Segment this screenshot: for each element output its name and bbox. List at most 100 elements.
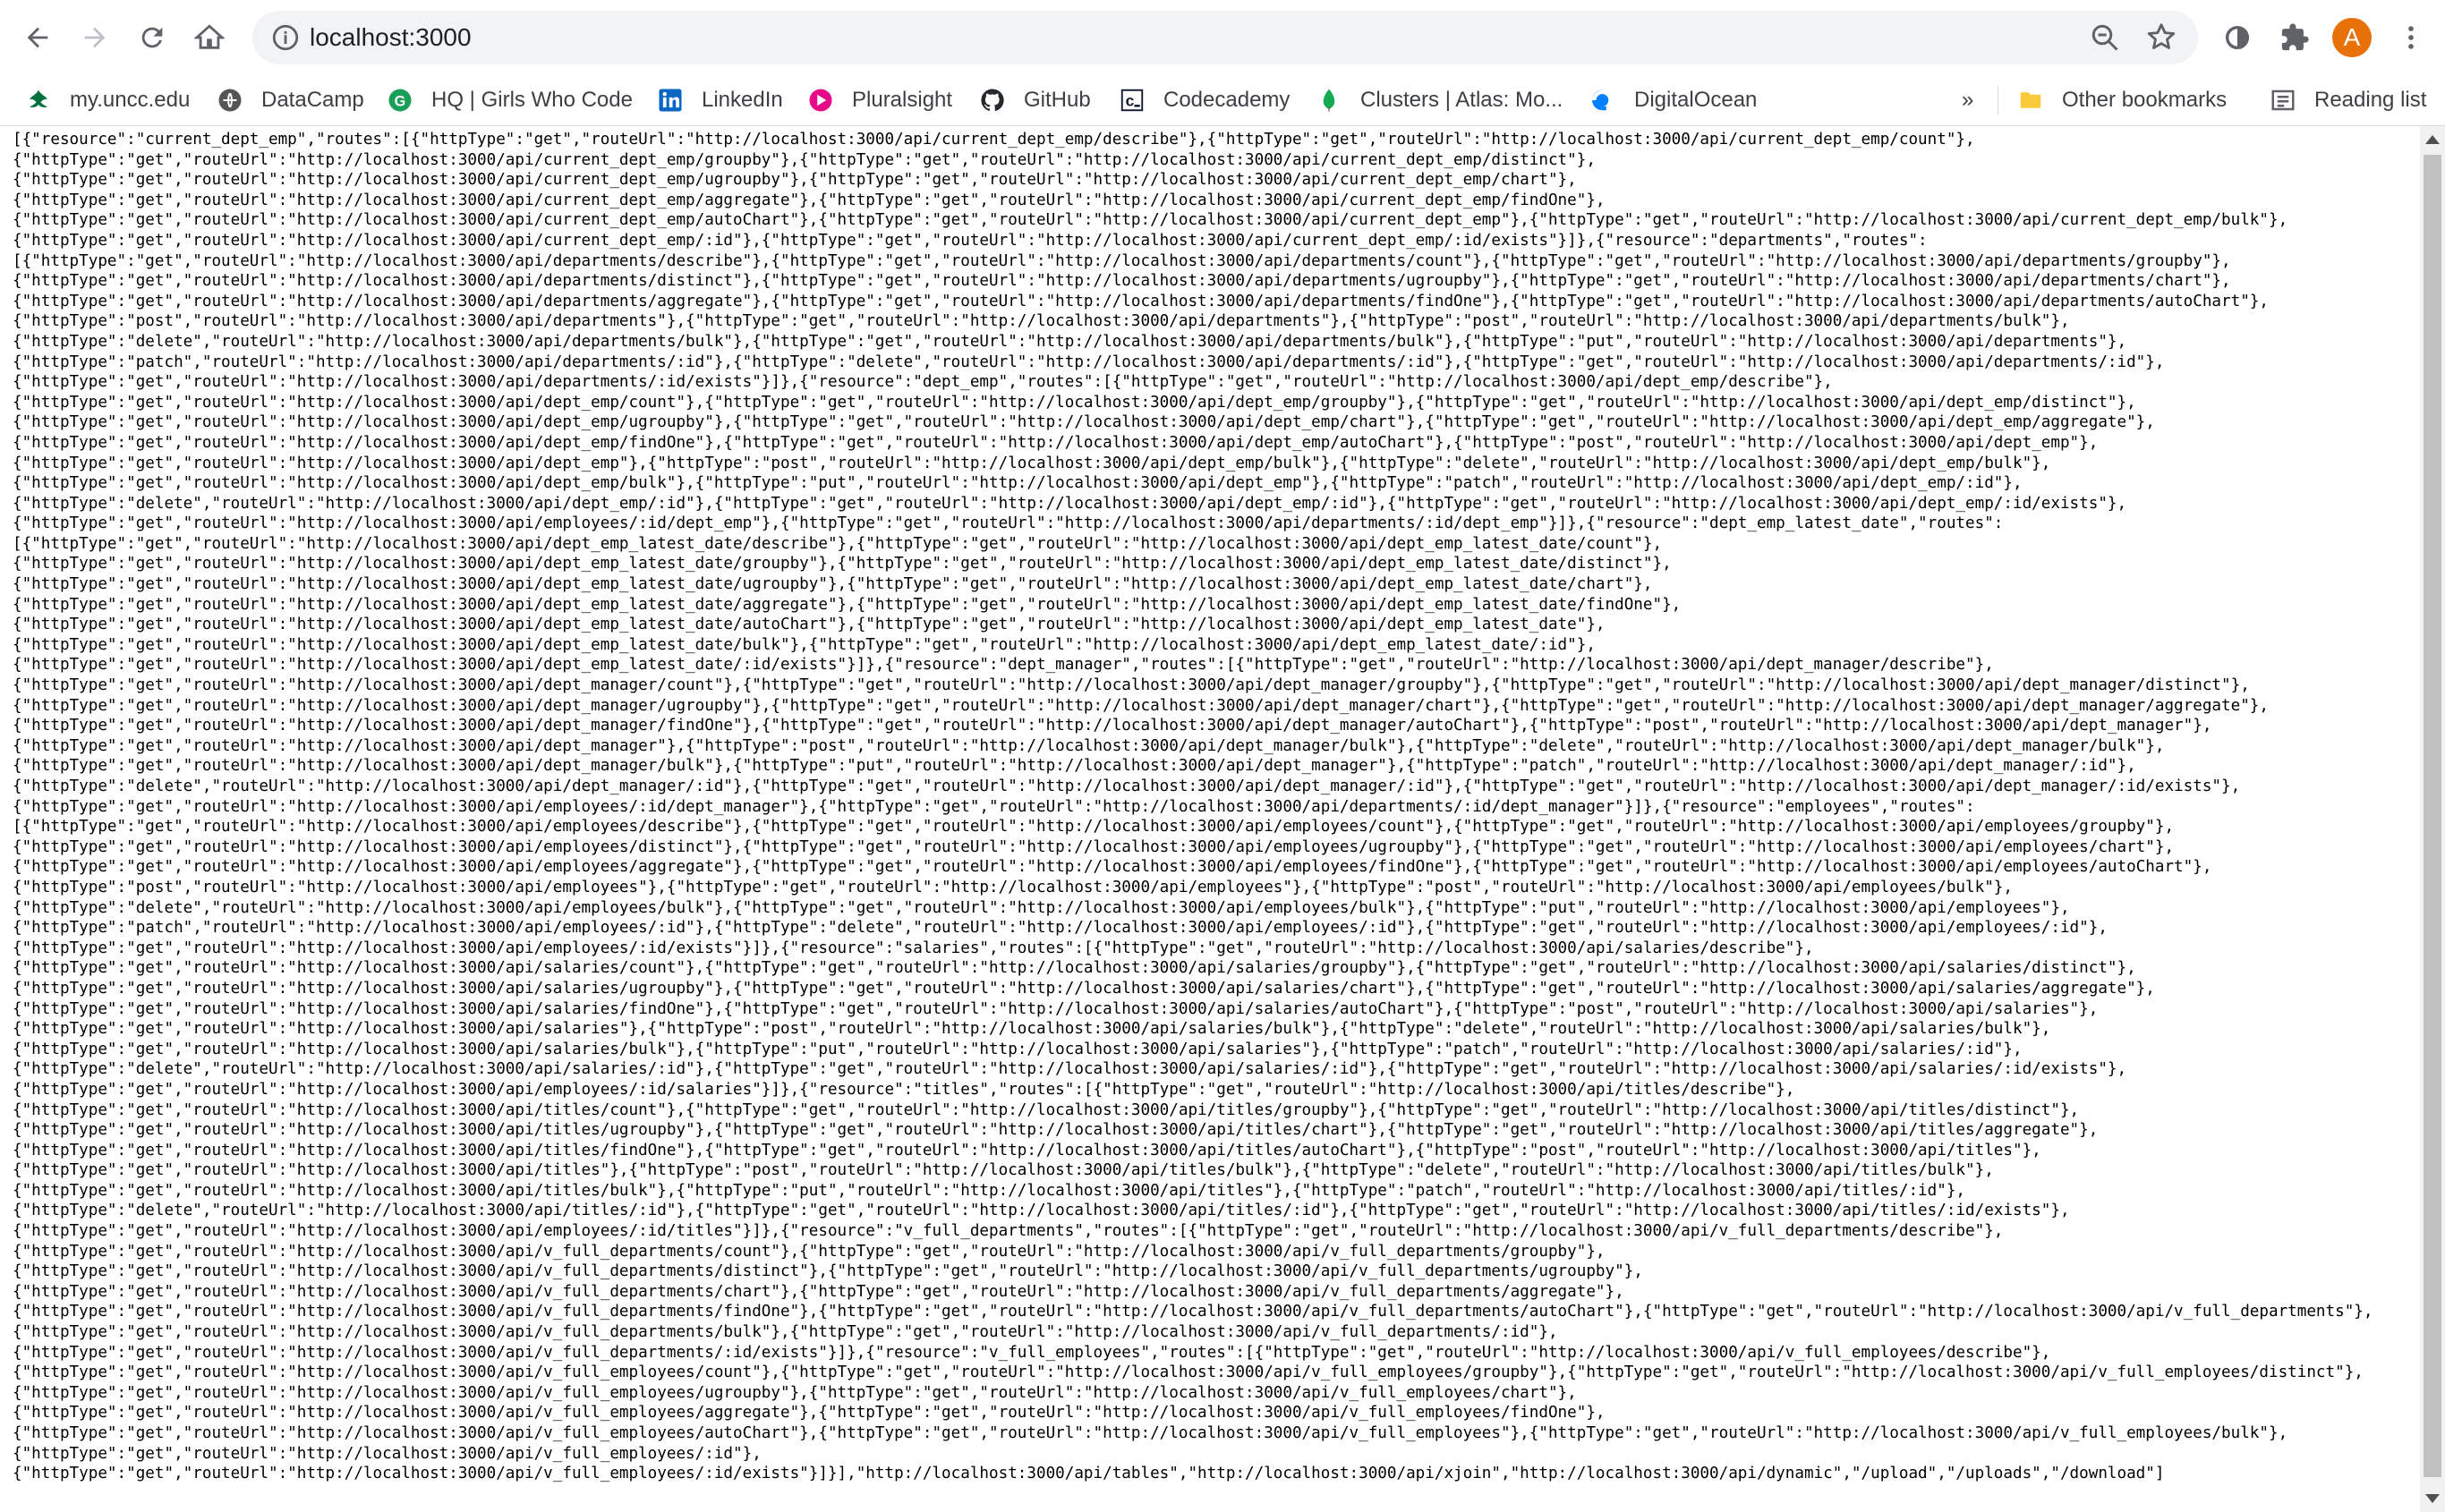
codecademy-icon: c bbox=[1119, 87, 1146, 114]
url-text[interactable]: localhost:3000 bbox=[310, 11, 472, 64]
json-line: {"httpType":"get","routeUrl":"http://loc… bbox=[13, 1181, 1966, 1200]
profile-avatar[interactable]: A bbox=[2332, 18, 2372, 57]
json-line: {"httpType":"get","routeUrl":"http://loc… bbox=[13, 939, 1814, 957]
json-line: {"httpType":"get","routeUrl":"http://loc… bbox=[13, 1383, 1577, 1402]
json-line: {"httpType":"get","routeUrl":"http://loc… bbox=[13, 736, 2165, 755]
bookmark-datacamp[interactable]: DataCamp bbox=[217, 75, 364, 125]
bookmark-star-icon[interactable] bbox=[2144, 21, 2178, 55]
json-line: {"httpType":"get","routeUrl":"http://loc… bbox=[13, 1141, 2041, 1159]
json-line: {"httpType":"get","routeUrl":"http://loc… bbox=[13, 1100, 2080, 1119]
json-line: {"httpType":"get","routeUrl":"http://loc… bbox=[13, 797, 1975, 816]
json-line: {"httpType":"delete","routeUrl":"http://… bbox=[13, 1060, 2127, 1079]
bookmark-digitalocean[interactable]: DigitalOcean bbox=[1589, 75, 1757, 125]
address-bar[interactable]: localhost:3000 bbox=[252, 11, 2198, 64]
extension-button[interactable] bbox=[2218, 18, 2257, 57]
other-bookmarks-button[interactable]: Other bookmarks bbox=[2017, 75, 2227, 125]
json-line: {"httpType":"get","routeUrl":"http://loc… bbox=[13, 1282, 1624, 1301]
json-line: {"httpType":"patch","routeUrl":"http://l… bbox=[13, 919, 2108, 938]
json-line: {"httpType":"delete","routeUrl":"http://… bbox=[13, 494, 2127, 513]
json-line: {"httpType":"get","routeUrl":"http://loc… bbox=[13, 1020, 2051, 1039]
json-line: {"httpType":"get","routeUrl":"http://loc… bbox=[13, 959, 2136, 978]
json-line: {"httpType":"delete","routeUrl":"http://… bbox=[13, 898, 2070, 917]
json-line: {"httpType":"get","routeUrl":"http://loc… bbox=[13, 272, 2231, 291]
linkedin-icon bbox=[657, 87, 684, 114]
scrollbar-thumb[interactable] bbox=[2424, 155, 2441, 1477]
vertical-scrollbar[interactable] bbox=[2420, 126, 2445, 1512]
json-line: {"httpType":"get","routeUrl":"http://loc… bbox=[13, 150, 1596, 169]
json-line: {"httpType":"get","routeUrl":"http://loc… bbox=[13, 1040, 2023, 1058]
json-line: {"httpType":"get","routeUrl":"http://loc… bbox=[13, 231, 1928, 250]
json-line: {"httpType":"get","routeUrl":"http://loc… bbox=[13, 837, 2175, 856]
forward-button[interactable] bbox=[70, 13, 120, 63]
json-line: {"httpType":"get","routeUrl":"http://loc… bbox=[13, 413, 2155, 432]
svg-text:G: G bbox=[395, 93, 406, 109]
json-line: {"httpType":"get","routeUrl":"http://loc… bbox=[13, 514, 2004, 533]
json-line: {"httpType":"get","routeUrl":"http://loc… bbox=[13, 1363, 2364, 1382]
json-line: {"httpType":"get","routeUrl":"http://loc… bbox=[13, 1404, 1606, 1423]
back-button[interactable] bbox=[13, 13, 63, 63]
json-line: {"httpType":"get","routeUrl":"http://loc… bbox=[13, 595, 1682, 614]
json-line: {"httpType":"get","routeUrl":"http://loc… bbox=[13, 1465, 2165, 1483]
json-line: {"httpType":"get","routeUrl":"http://loc… bbox=[13, 433, 2099, 452]
bookmark-my-uncc[interactable]: my.uncc.edu bbox=[25, 75, 190, 125]
reading-list-icon bbox=[2270, 87, 2296, 114]
json-line: {"httpType":"get","routeUrl":"http://loc… bbox=[13, 1444, 762, 1463]
json-line: {"httpType":"get","routeUrl":"http://loc… bbox=[13, 191, 1606, 209]
home-icon bbox=[194, 24, 225, 49]
bookmark-codecademy[interactable]: c Codecademy bbox=[1119, 75, 1290, 125]
json-line: {"httpType":"get","routeUrl":"http://loc… bbox=[13, 575, 1653, 594]
reload-icon bbox=[141, 27, 163, 48]
more-vertical-icon bbox=[2408, 26, 2414, 49]
bookmark-atlas-clusters[interactable]: Clusters | Atlas: Mo... bbox=[1316, 75, 1563, 125]
scroll-down-arrow-icon[interactable] bbox=[2425, 1494, 2440, 1503]
digitalocean-icon bbox=[1589, 87, 1616, 114]
json-line: {"httpType":"get","routeUrl":"http://loc… bbox=[13, 858, 2212, 877]
extension-circle-icon bbox=[2225, 25, 2250, 50]
info-icon[interactable] bbox=[270, 22, 301, 53]
json-line: {"httpType":"get","routeUrl":"http://loc… bbox=[13, 1343, 2051, 1362]
json-line: {"httpType":"get","routeUrl":"http://loc… bbox=[13, 1161, 1994, 1180]
json-line: {"httpType":"get","routeUrl":"http://loc… bbox=[13, 616, 1606, 634]
zoom-out-icon[interactable] bbox=[2089, 21, 2121, 54]
json-line: {"httpType":"patch","routeUrl":"http://l… bbox=[13, 353, 2165, 371]
json-line: {"httpType":"get","routeUrl":"http://loc… bbox=[13, 1303, 2373, 1321]
reload-button[interactable] bbox=[127, 13, 177, 63]
github-icon bbox=[979, 87, 1006, 114]
json-line: {"httpType":"get","routeUrl":"http://loc… bbox=[13, 1121, 2099, 1140]
bookmarks-overflow-button[interactable]: » bbox=[1962, 75, 1973, 125]
json-line: [{"httpType":"get","routeUrl":"http://lo… bbox=[13, 251, 2231, 270]
mongodb-leaf-icon bbox=[1316, 87, 1342, 114]
puzzle-icon bbox=[2281, 23, 2309, 51]
json-line: {"httpType":"get","routeUrl":"http://loc… bbox=[13, 757, 2136, 776]
json-line: {"httpType":"get","routeUrl":"http://loc… bbox=[13, 292, 2269, 310]
pluralsight-icon bbox=[807, 87, 834, 114]
json-line: {"httpType":"get","routeUrl":"http://loc… bbox=[13, 454, 2051, 472]
svg-text:c: c bbox=[1126, 91, 1135, 109]
json-line: {"httpType":"get","routeUrl":"http://loc… bbox=[13, 393, 2136, 412]
json-line: {"httpType":"get","routeUrl":"http://loc… bbox=[13, 474, 2023, 493]
extensions-button[interactable] bbox=[2275, 18, 2314, 57]
home-button[interactable] bbox=[184, 13, 234, 63]
json-line: {"httpType":"get","routeUrl":"http://loc… bbox=[13, 999, 2099, 1018]
reading-list-button[interactable]: Reading list bbox=[2270, 75, 2426, 125]
scroll-up-arrow-icon[interactable] bbox=[2425, 135, 2440, 144]
menu-button[interactable] bbox=[2391, 18, 2431, 57]
json-line: {"httpType":"get","routeUrl":"http://loc… bbox=[13, 1242, 1606, 1261]
arrow-right-icon bbox=[84, 27, 106, 48]
json-line: {"httpType":"post","routeUrl":"http://lo… bbox=[13, 312, 2070, 331]
bookmark-linkedin[interactable]: LinkedIn bbox=[657, 75, 783, 125]
json-line: {"httpType":"delete","routeUrl":"http://… bbox=[13, 1202, 2070, 1220]
bookmark-girls-who-code[interactable]: G HQ | Girls Who Code bbox=[387, 75, 633, 125]
json-line: {"httpType":"delete","routeUrl":"http://… bbox=[13, 332, 2127, 351]
json-line: {"httpType":"get","routeUrl":"http://loc… bbox=[13, 635, 1596, 654]
json-line: {"httpType":"post","routeUrl":"http://lo… bbox=[13, 878, 2013, 896]
browser-toolbar: localhost:3000 A bbox=[0, 0, 2445, 75]
json-line: {"httpType":"get","routeUrl":"http://loc… bbox=[13, 979, 2155, 998]
bookmark-github[interactable]: GitHub bbox=[979, 75, 1091, 125]
json-line: {"httpType":"get","routeUrl":"http://loc… bbox=[13, 211, 2288, 230]
bookmark-pluralsight[interactable]: Pluralsight bbox=[807, 75, 952, 125]
datacamp-icon bbox=[217, 87, 243, 114]
uncc-icon bbox=[25, 87, 52, 114]
json-line: {"httpType":"get","routeUrl":"http://loc… bbox=[13, 1222, 2004, 1241]
json-line: {"httpType":"get","routeUrl":"http://loc… bbox=[13, 1262, 1643, 1281]
